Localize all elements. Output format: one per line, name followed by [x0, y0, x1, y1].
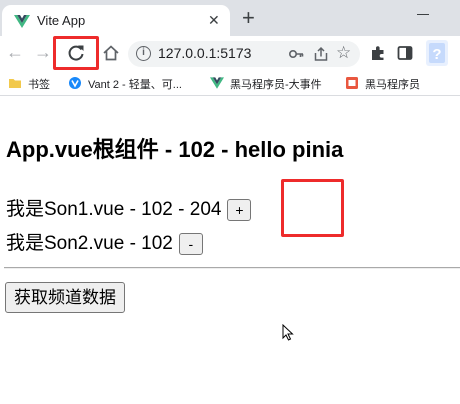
- site-info-icon[interactable]: i: [136, 46, 151, 61]
- vue-logo-icon: [210, 77, 224, 89]
- page-content: App.vue根组件 - 102 - hello pinia 我是Son1.vu…: [0, 97, 460, 404]
- side-panel-icon[interactable]: [397, 45, 413, 61]
- tab-close-icon[interactable]: ✕: [208, 12, 220, 29]
- svg-text:?: ?: [432, 46, 441, 63]
- share-icon[interactable]: [313, 46, 329, 62]
- profile-avatar-icon[interactable]: ?: [426, 40, 448, 66]
- app-title: App.vue根组件 - 102 - hello pinia: [6, 137, 344, 162]
- divider: [4, 267, 460, 269]
- address-bar[interactable]: i 127.0.0.1:5173 ☆: [128, 41, 360, 67]
- increment-button[interactable]: +: [227, 198, 252, 221]
- tab-title: Vite App: [37, 13, 86, 28]
- back-arrow-icon[interactable]: ←: [6, 40, 24, 64]
- tab-strip: Vite App ✕ +: [0, 0, 460, 36]
- increment-highlight-box: [281, 179, 344, 237]
- key-icon[interactable]: [288, 46, 304, 62]
- son1-row: 我是Son1.vue - 102 - 204 +: [6, 194, 252, 221]
- heima-icon: [346, 77, 358, 89]
- folder-icon: [9, 79, 21, 88]
- reload-icon[interactable]: [66, 43, 86, 63]
- reload-highlight-box: [53, 36, 99, 70]
- son2-text: 我是Son2.vue - 102: [6, 233, 173, 254]
- home-icon[interactable]: [102, 44, 120, 62]
- new-tab-icon[interactable]: +: [242, 5, 255, 31]
- url-text[interactable]: 127.0.0.1:5173: [158, 45, 251, 61]
- vue-logo-icon: [14, 15, 30, 28]
- bookmark-label: 黑马程序员-大事件: [230, 79, 322, 91]
- son1-text: 我是Son1.vue - 102 - 204: [6, 199, 222, 220]
- bookmarks-bar: 书签 Vant 2 - 轻量、可... 黑马程序员-大事件 黑马程序员: [0, 70, 460, 96]
- browser-toolbar: ← → i 127.0.0.1:5173 ☆ ?: [0, 36, 460, 70]
- bookmark-label: 书签: [28, 79, 50, 91]
- bookmark-star-icon[interactable]: ☆: [336, 43, 351, 63]
- vant-icon: [69, 77, 81, 89]
- minimize-window-icon[interactable]: [410, 1, 436, 27]
- forward-arrow-icon[interactable]: →: [34, 40, 52, 64]
- tab-vite-app[interactable]: Vite App ✕: [2, 5, 230, 36]
- extensions-puzzle-icon[interactable]: [370, 45, 386, 61]
- bookmark-label: Vant 2 - 轻量、可...: [88, 79, 182, 91]
- decrement-button[interactable]: -: [178, 232, 203, 255]
- bookmark-label: 黑马程序员: [365, 79, 420, 91]
- fetch-channels-button[interactable]: 获取频道数据: [5, 282, 125, 313]
- son2-row: 我是Son2.vue - 102-: [6, 228, 203, 255]
- mouse-cursor-icon: [282, 324, 294, 341]
